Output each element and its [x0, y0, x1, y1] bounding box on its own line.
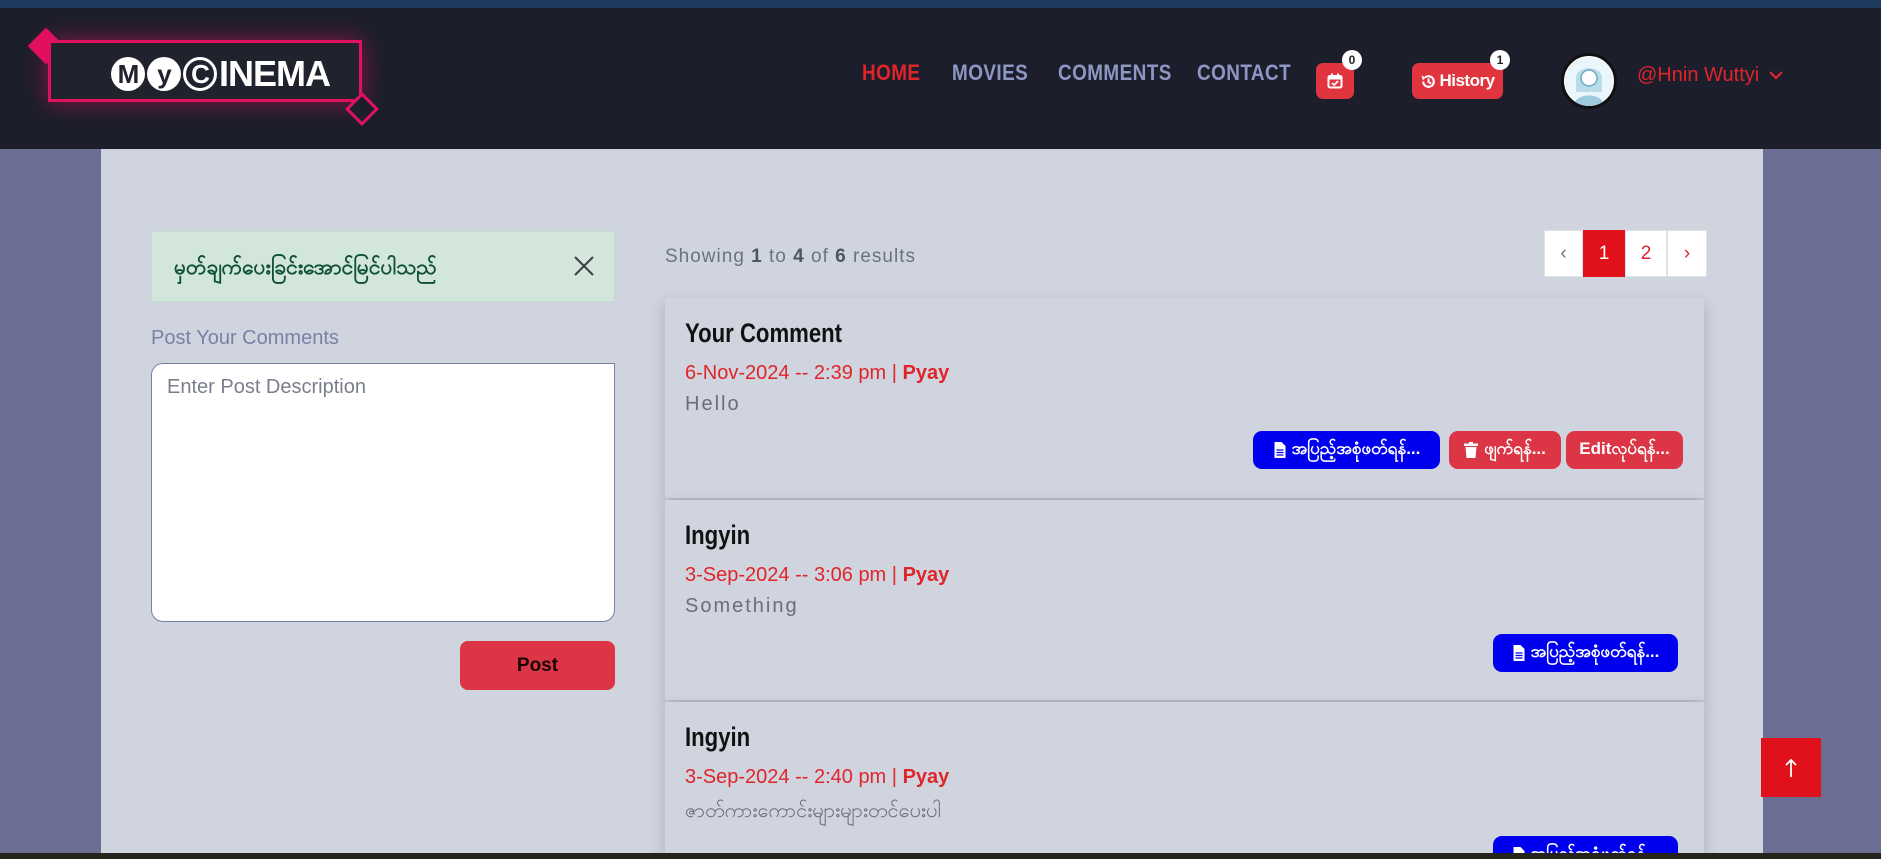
- read-more-button[interactable]: အပြည့်အစုံဖတ်ရန်...: [1253, 431, 1440, 469]
- results-to-word: to: [769, 246, 787, 267]
- comment-body: Hello: [685, 393, 741, 415]
- comment-card: Ingyin 3-Sep-2024 -- 2:40 pm | Pyay ဇာတ်…: [665, 702, 1704, 853]
- file-icon: [1513, 645, 1525, 661]
- read-more-label: အပြည့်အစုံဖတ်ရန်...: [1291, 438, 1421, 458]
- comment-card: Your Comment 6-Nov-2024 -- 2:39 pm | Pya…: [665, 298, 1704, 498]
- delete-button[interactable]: ဖျက်ရန်...: [1449, 431, 1561, 469]
- results-prefix: Showing: [665, 246, 745, 267]
- chevron-down-icon[interactable]: [1768, 68, 1784, 82]
- brand-letter-c: C: [183, 57, 217, 91]
- results-suffix: results: [853, 246, 916, 267]
- comment-card: Ingyin 3-Sep-2024 -- 3:06 pm | Pyay Some…: [665, 500, 1704, 700]
- comment-meta: 3-Sep-2024 -- 3:06 pm | Pyay: [685, 564, 949, 587]
- results-to: 4: [793, 246, 805, 267]
- close-icon[interactable]: [572, 254, 596, 278]
- success-alert: မှတ်ချက်ပေးခြင်းအောင်မြင်ပါသည်: [151, 231, 615, 302]
- results-from: 1: [751, 246, 763, 267]
- calendar-count-badge: 0: [1342, 50, 1362, 70]
- comment-body: ဇာတ်ကားကောင်းများများတင်ပေးပါ: [685, 800, 941, 822]
- nav-movies[interactable]: MOVIES: [952, 60, 1028, 86]
- calendar-check-icon: [1327, 73, 1343, 89]
- comment-title: Ingyin: [685, 520, 751, 550]
- window-top-line: [0, 0, 1881, 8]
- trash-icon: [1464, 442, 1479, 458]
- comment-location: Pyay: [902, 564, 950, 586]
- comment-separator: |: [891, 766, 897, 788]
- comment-body: Something: [685, 595, 799, 617]
- edit-button[interactable]: Editလုပ်ရန်...: [1566, 431, 1683, 469]
- window-bottom-edge: [0, 853, 1881, 859]
- pagination-page-1[interactable]: 1: [1583, 230, 1625, 277]
- pagination-page-2[interactable]: 2: [1625, 230, 1667, 277]
- history-button[interactable]: History: [1412, 63, 1503, 99]
- comment-meta: 3-Sep-2024 -- 2:40 pm | Pyay: [685, 766, 949, 789]
- file-icon: [1274, 442, 1286, 458]
- avatar[interactable]: [1561, 53, 1617, 109]
- nav-contact[interactable]: CONTACT: [1197, 60, 1291, 86]
- history-count-badge: 1: [1490, 50, 1510, 70]
- comment-separator: |: [891, 362, 897, 384]
- comment-date: 3-Sep-2024 -- 2:40 pm: [685, 766, 887, 788]
- arrow-up-icon: [1785, 758, 1797, 777]
- history-icon: [1422, 74, 1436, 88]
- scroll-to-top-button[interactable]: [1761, 738, 1821, 797]
- comment-meta: 6-Nov-2024 -- 2:39 pm | Pyay: [685, 362, 949, 385]
- user-avatar-icon: [1565, 57, 1613, 106]
- pagination: ‹ 1 2 ›: [1544, 230, 1707, 277]
- comment-location: Pyay: [902, 362, 950, 384]
- comment-title: Your Comment: [685, 318, 843, 348]
- read-more-button[interactable]: အပြည့်အစုံဖတ်ရန်...: [1493, 836, 1678, 853]
- brand-wordmark: M y C INEMA: [111, 53, 331, 95]
- read-more-button[interactable]: အပြည့်အစုံဖတ်ရန်...: [1493, 634, 1678, 672]
- comment-separator: |: [891, 564, 897, 586]
- brand-text: INEMA: [219, 53, 331, 94]
- delete-label: ဖျက်ရန်...: [1484, 438, 1546, 458]
- comment-date: 6-Nov-2024 -- 2:39 pm: [685, 362, 887, 384]
- brand-letter-y: y: [147, 57, 181, 91]
- history-label: History: [1439, 71, 1495, 90]
- comment-location: Pyay: [902, 766, 950, 788]
- results-of-word: of: [811, 246, 829, 267]
- brand-logo[interactable]: M y C INEMA: [48, 40, 362, 102]
- nav-comments[interactable]: COMMENTS: [1058, 60, 1172, 86]
- nav-home[interactable]: HOME: [862, 60, 920, 86]
- read-more-label: အပြည့်အစုံဖတ်ရန်...: [1530, 843, 1660, 854]
- post-button[interactable]: Post: [460, 641, 615, 690]
- username-dropdown[interactable]: @Hnin Wuttyi: [1637, 64, 1759, 87]
- comment-title: Ingyin: [685, 722, 751, 752]
- post-description-input[interactable]: [151, 363, 615, 622]
- pagination-next[interactable]: ›: [1667, 230, 1707, 277]
- results-summary: Showing 1 to 4 of 6 results: [665, 246, 916, 268]
- brand-letter-m: M: [111, 57, 145, 91]
- results-total: 6: [835, 246, 847, 267]
- pagination-prev[interactable]: ‹: [1544, 230, 1583, 277]
- comment-date: 3-Sep-2024 -- 3:06 pm: [685, 564, 887, 586]
- read-more-label: အပြည့်အစုံဖတ်ရန်...: [1530, 641, 1660, 661]
- post-comment-label: Post Your Comments: [151, 327, 339, 349]
- alert-message: မှတ်ချက်ပေးခြင်းအောင်မြင်ပါသည်: [174, 256, 437, 279]
